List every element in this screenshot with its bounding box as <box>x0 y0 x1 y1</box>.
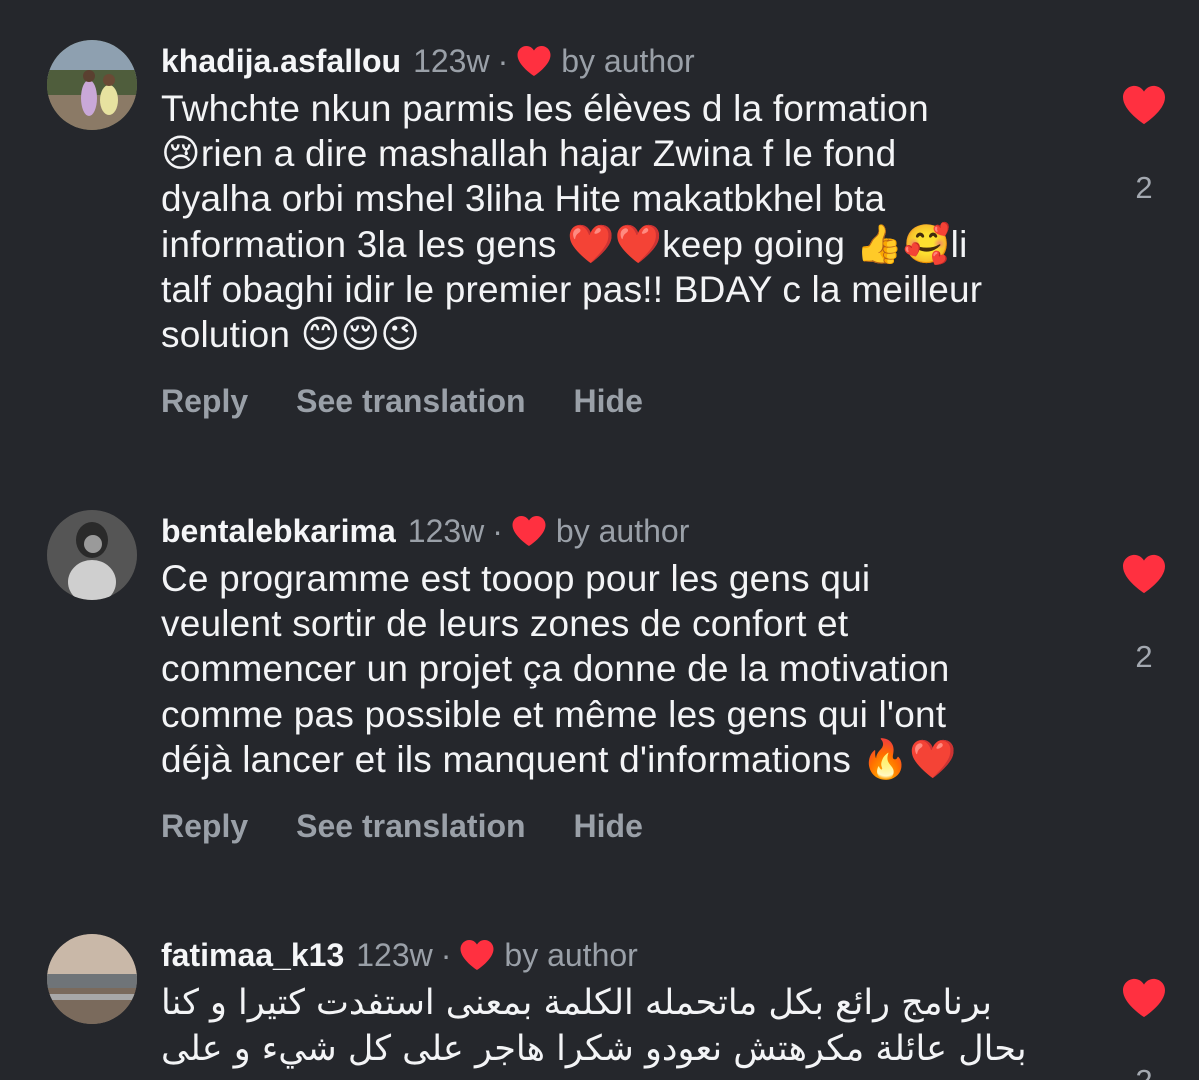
fire-heart-emoji: 🔥❤️ <box>861 736 957 781</box>
comment-actions: Reply See translation Hide <box>161 383 1081 420</box>
red-hearts-emoji: ❤️❤️ <box>567 221 663 266</box>
comment-line: solution 😊😌😉 <box>161 312 421 357</box>
comment-text: Ce programme est tooop pour les gens qui… <box>161 556 1081 782</box>
like-control: 2 <box>1114 84 1174 206</box>
comment-line: Ce programme est tooop pour les gens qui <box>161 558 871 599</box>
comment-line: talf obaghi idir le premier pas!! BDAY c… <box>161 268 983 310</box>
like-count: 2 <box>1114 1063 1174 1080</box>
comment-line: 😢rien a dire mashallah hajar Zwina f le … <box>161 131 897 176</box>
like-count: 2 <box>1135 170 1153 205</box>
avatar[interactable] <box>47 510 137 600</box>
thumbs-up-smiling-hearts-emoji: 👍🥰 <box>855 221 951 266</box>
separator-dot: · <box>440 937 452 973</box>
comment-header: fatimaa_k13 123w · by author <box>161 934 1081 976</box>
hide-button[interactable]: Hide <box>574 383 643 420</box>
author-like-label: by author <box>555 513 690 549</box>
comment-line: dyalha orbi mshel 3liha Hite makatbkhel … <box>161 178 886 220</box>
username[interactable]: khadija.asfallou <box>161 40 401 82</box>
comment-header: khadija.asfallou 123w · by author <box>161 40 1081 82</box>
avatar[interactable] <box>47 934 137 1024</box>
comments-page: khadija.asfallou 123w · by author Twhcht… <box>0 0 1199 1080</box>
comment-line: veulent sortir de leurs zones de confort… <box>161 603 849 645</box>
like-control: 2 <box>1114 553 1174 675</box>
crying-face-emoji: 😢 <box>161 131 201 176</box>
timestamp: 123w <box>407 513 485 549</box>
username[interactable]: fatimaa_k13 <box>161 934 344 976</box>
comment-line: برنامج رائع بكل ماتحمله الكلمة بمعنى است… <box>161 983 992 1023</box>
author-like-label: by author <box>561 43 695 79</box>
like-count: 2 <box>1135 639 1153 674</box>
reply-button[interactable]: Reply <box>161 808 248 845</box>
comment-line: information 3la les gens ❤️❤️keep going … <box>161 221 968 266</box>
username[interactable]: bentalebkarima <box>161 510 396 552</box>
separator-dot: · <box>492 513 503 549</box>
reply-button[interactable]: Reply <box>161 383 248 420</box>
author-like-heart-icon <box>511 514 547 548</box>
like-control: 2 <box>1114 977 1174 1080</box>
like-heart-icon[interactable] <box>1120 977 1168 1019</box>
comment-actions: Reply See translation Hide <box>161 808 1081 845</box>
like-heart-icon[interactable] <box>1120 553 1168 595</box>
timestamp: 123w <box>356 937 433 973</box>
author-like-heart-icon <box>516 44 552 78</box>
avatar[interactable] <box>47 40 137 130</box>
comment-line: Twhchte nkun parmis les élèves d la form… <box>161 88 929 129</box>
timestamp: 123w <box>413 43 490 79</box>
comment-text: برنامج رائع بكل ماتحمله الكلمة بمعنى است… <box>161 980 1029 1072</box>
separator-dot: · <box>497 43 509 79</box>
see-translation-button[interactable]: See translation <box>296 808 525 845</box>
comment-text: Twhchte nkun parmis les élèves d la form… <box>161 86 1081 357</box>
comment-line: comme pas possible et même les gens qui … <box>161 693 947 735</box>
smiley-faces-emoji: 😊😌😉 <box>300 312 421 357</box>
see-translation-button[interactable]: See translation <box>296 383 525 420</box>
author-like-label: by author <box>504 937 638 973</box>
comment-line: commencer un projet ça donne de la motiv… <box>161 648 950 690</box>
comment-line: déjà lancer et ils manquent d'informatio… <box>161 736 957 781</box>
author-like-heart-icon <box>459 938 495 972</box>
like-heart-icon[interactable] <box>1120 84 1168 126</box>
comment-line: بحال عائلة مكرهتش نعودو شكرا هاجر على كل… <box>161 1029 1027 1069</box>
comment-header: bentalebkarima 123w · by author <box>161 510 1081 552</box>
hide-button[interactable]: Hide <box>574 808 643 845</box>
